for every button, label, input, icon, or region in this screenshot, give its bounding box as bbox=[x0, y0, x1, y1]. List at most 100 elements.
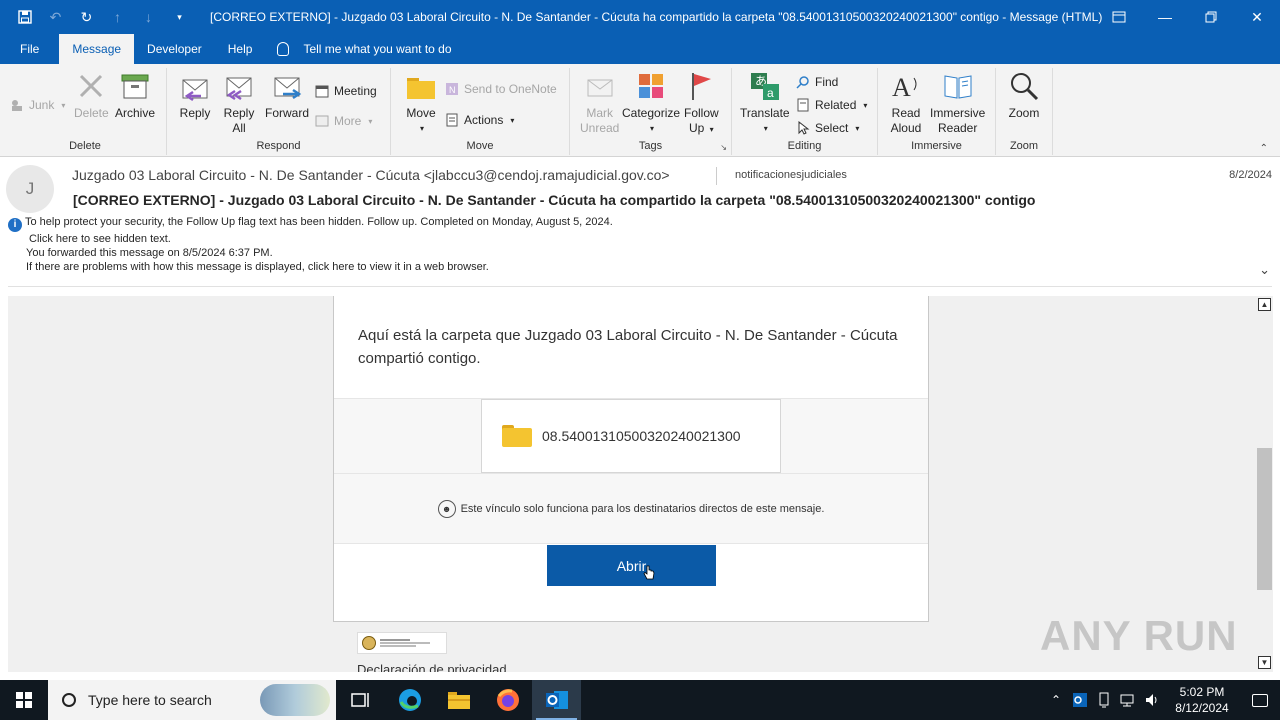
firefox-icon[interactable] bbox=[483, 680, 532, 720]
next-item-icon[interactable]: ↓ bbox=[134, 0, 163, 34]
title-bar: ↶ ↻ ↑ ↓ ▾ [CORREO EXTERNO] - Juzgado 03 … bbox=[0, 0, 1280, 34]
forward-button[interactable]: Forward bbox=[265, 70, 309, 121]
infobar[interactable]: i To help protect your security, the Foll… bbox=[8, 215, 613, 274]
recipient-field[interactable]: notificacionesjudiciales bbox=[716, 167, 847, 185]
follow-label-2: Up ▾ bbox=[688, 121, 714, 135]
more-label: More bbox=[334, 114, 362, 128]
read-aloud-icon: A bbox=[890, 70, 922, 102]
translate-button[interactable]: あa Translate ▾ bbox=[740, 70, 790, 136]
restore-icon[interactable] bbox=[1188, 0, 1234, 34]
privacy-statement-link[interactable]: Declaración de privacidad bbox=[357, 662, 507, 672]
file-explorer-icon[interactable] bbox=[434, 680, 483, 720]
immersive-reader-button[interactable]: Immersive Reader bbox=[930, 70, 985, 136]
tags-dialog-launcher-icon[interactable]: ↘ bbox=[720, 143, 727, 152]
immersive-label-1: Immersive bbox=[930, 106, 986, 120]
volume-icon[interactable] bbox=[1140, 680, 1164, 720]
zoom-label: Zoom bbox=[1008, 106, 1040, 120]
scroll-down-icon[interactable]: ▼ bbox=[1258, 656, 1271, 669]
shared-folder-link[interactable]: 08.54001310500320240021300 bbox=[481, 399, 781, 473]
start-button[interactable] bbox=[0, 680, 48, 720]
meeting-label: Meeting bbox=[334, 84, 377, 98]
actions-label: Actions bbox=[464, 113, 504, 127]
customize-qat-icon[interactable]: ▾ bbox=[165, 0, 194, 34]
reply-label: Reply bbox=[179, 106, 211, 120]
taskbar-search-box[interactable]: Type here to search bbox=[48, 680, 336, 720]
more-respond-button[interactable]: More ▾ bbox=[315, 114, 372, 128]
reply-all-label-1: Reply bbox=[223, 106, 255, 120]
show-hidden-icons-icon[interactable]: ⌃ bbox=[1044, 680, 1068, 720]
delete-button[interactable]: Delete bbox=[74, 70, 109, 121]
device-tray-icon[interactable] bbox=[1092, 680, 1116, 720]
network-icon[interactable] bbox=[1116, 680, 1140, 720]
minimize-icon[interactable]: — bbox=[1142, 0, 1188, 34]
link-note-text: Este vínculo solo funciona para los dest… bbox=[460, 502, 825, 515]
redo-icon[interactable]: ↻ bbox=[72, 0, 101, 34]
window-title: [CORREO EXTERNO] - Juzgado 03 Laboral Ci… bbox=[210, 10, 1103, 24]
windows-logo-icon bbox=[16, 692, 32, 708]
ribbon-tabs: File Message Developer Help Tell me what… bbox=[0, 34, 1280, 64]
notifications-icon[interactable] bbox=[1240, 680, 1280, 720]
tab-file[interactable]: File bbox=[0, 34, 59, 64]
sender-avatar[interactable]: J bbox=[6, 165, 54, 213]
previous-item-icon[interactable]: ↑ bbox=[103, 0, 132, 34]
archive-button[interactable]: Archive bbox=[115, 70, 155, 121]
read-aloud-button[interactable]: A Read Aloud bbox=[890, 70, 922, 136]
zoom-group-label: Zoom bbox=[1009, 140, 1039, 152]
scroll-up-icon[interactable]: ▲ bbox=[1258, 298, 1271, 311]
svg-text:a: a bbox=[767, 86, 774, 100]
collapse-ribbon-icon[interactable]: ⌃ bbox=[1260, 143, 1268, 154]
related-button[interactable]: Related ▾ bbox=[796, 98, 867, 112]
mark-unread-icon bbox=[584, 70, 616, 102]
chevron-down-icon[interactable]: ⌄ bbox=[1259, 262, 1270, 278]
select-button[interactable]: Select ▾ bbox=[796, 120, 859, 135]
send-to-onenote-button[interactable]: N Send to OneNote bbox=[445, 82, 557, 96]
system-tray: ⌃ 5:02 PM 8/12/2024 bbox=[1044, 680, 1280, 720]
close-icon[interactable]: ✕ bbox=[1234, 0, 1280, 34]
reply-all-icon bbox=[223, 70, 255, 102]
onenote-label: Send to OneNote bbox=[464, 82, 557, 96]
tell-me-box[interactable]: Tell me what you want to do bbox=[265, 34, 452, 64]
scroll-thumb[interactable] bbox=[1257, 448, 1272, 590]
immersive-reader-icon bbox=[942, 70, 974, 102]
outlook-tray-icon[interactable] bbox=[1068, 680, 1092, 720]
find-icon bbox=[796, 75, 810, 89]
ribbon-display-options-icon[interactable] bbox=[1096, 0, 1142, 34]
select-cursor-icon bbox=[796, 120, 810, 135]
save-icon[interactable] bbox=[10, 0, 39, 34]
move-button[interactable]: Move ▾ bbox=[405, 70, 437, 136]
task-view-icon[interactable] bbox=[336, 680, 385, 720]
body-scrollbar[interactable]: ▲ ▼ bbox=[1256, 296, 1273, 672]
outlook-taskbar-icon[interactable] bbox=[532, 680, 581, 720]
actions-button[interactable]: Actions ▾ bbox=[445, 113, 514, 127]
meeting-icon bbox=[315, 84, 329, 98]
edge-icon[interactable] bbox=[385, 680, 434, 720]
open-button[interactable]: Abrir bbox=[547, 545, 716, 586]
find-button[interactable]: Find bbox=[796, 75, 838, 89]
delete-label: Delete bbox=[74, 106, 109, 120]
mark-unread-button[interactable]: Mark Unread bbox=[580, 70, 619, 136]
taskbar-clock[interactable]: 5:02 PM 8/12/2024 bbox=[1164, 684, 1240, 716]
infobar-forwarded-line: You forwarded this message on 8/5/2024 6… bbox=[26, 247, 273, 259]
follow-up-button[interactable]: Follow Up ▾ bbox=[684, 70, 719, 137]
sender-address[interactable]: Juzgado 03 Laboral Circuito - N. De Sant… bbox=[72, 167, 670, 183]
reply-button[interactable]: Reply bbox=[179, 70, 211, 121]
zoom-button[interactable]: Zoom bbox=[1008, 70, 1040, 121]
undo-icon[interactable]: ↶ bbox=[41, 0, 70, 34]
immersive-group: A Read Aloud Immersive Reader Immersive bbox=[878, 68, 996, 155]
meeting-button[interactable]: Meeting bbox=[315, 84, 377, 98]
respond-group-label: Respond bbox=[256, 140, 301, 152]
move-caret-icon: ▾ bbox=[419, 124, 424, 133]
info-icon: i bbox=[8, 218, 22, 232]
categorize-button[interactable]: Categorize ▾ bbox=[622, 70, 680, 136]
tab-help[interactable]: Help bbox=[215, 34, 266, 64]
clock-time: 5:02 PM bbox=[1179, 685, 1225, 699]
junk-button[interactable]: Junk ▾ bbox=[10, 98, 65, 112]
svg-text:A: A bbox=[892, 73, 911, 102]
tab-developer[interactable]: Developer bbox=[134, 34, 215, 64]
mark-label-2: Unread bbox=[580, 121, 620, 135]
message-subject: [CORREO EXTERNO] - Juzgado 03 Laboral Ci… bbox=[73, 192, 1036, 208]
infobar-web-view-link[interactable]: If there are problems with how this mess… bbox=[8, 260, 613, 274]
tab-message[interactable]: Message bbox=[59, 34, 135, 64]
reply-all-button[interactable]: Reply All bbox=[223, 70, 255, 136]
infobar-hidden-text-link[interactable]: Click here to see hidden text. bbox=[8, 232, 613, 246]
